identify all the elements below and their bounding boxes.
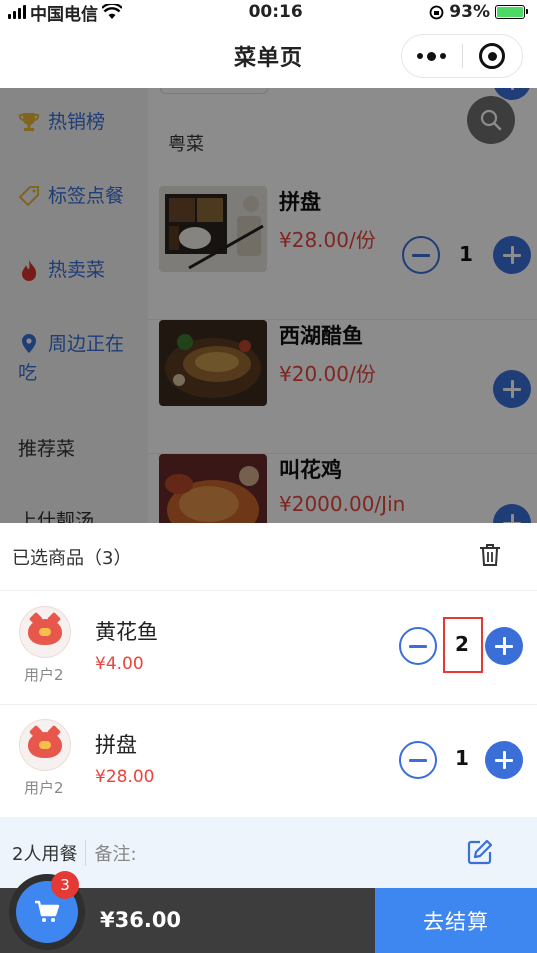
item-name: 黄花鱼 xyxy=(95,620,158,644)
edit-remark-button[interactable] xyxy=(467,839,493,870)
signal-icon xyxy=(8,5,26,19)
avatar xyxy=(19,719,71,771)
remark-label: 备注: xyxy=(94,843,137,865)
cart-header: 已选商品（3） xyxy=(0,523,537,591)
page-title: 菜单页 xyxy=(233,46,303,71)
cart-total: ¥36.00 xyxy=(100,908,182,932)
wifi-icon xyxy=(102,4,122,19)
status-bar: 中国电信 00:16 93% xyxy=(0,0,537,25)
more-dots-icon xyxy=(417,51,447,61)
clock: 00:16 xyxy=(248,2,303,22)
mini-program-capsule xyxy=(401,34,523,78)
orientation-lock-icon xyxy=(429,5,444,19)
trash-icon xyxy=(480,543,500,566)
cart-item: 用户2 黄花鱼 ¥4.00 2 xyxy=(0,592,537,705)
modal-overlay[interactable] xyxy=(0,88,537,523)
item-name: 拼盘 xyxy=(95,733,137,757)
cart-count-badge: 3 xyxy=(51,871,79,899)
cart-icon xyxy=(35,900,60,922)
remark-row[interactable]: 2人用餐 备注: xyxy=(0,817,537,888)
carrier-label: 中国电信 xyxy=(30,4,98,25)
battery-icon xyxy=(494,5,528,19)
people-count[interactable]: 2人用餐 xyxy=(12,840,77,866)
cart-panel: 已选商品（3） 用户2 黄花鱼 ¥4.00 2 用户2 拼盘 ¥28.00 1 … xyxy=(0,523,537,888)
edit-icon xyxy=(467,839,493,865)
target-circle-icon xyxy=(479,43,506,69)
close-miniprogram-button[interactable] xyxy=(463,35,523,77)
item-price: ¥4.00 xyxy=(95,654,144,674)
checkout-button[interactable]: 去结算 xyxy=(375,888,537,953)
avatar xyxy=(19,606,71,658)
user-label: 用户2 xyxy=(24,779,64,797)
cart-item: 用户2 拼盘 ¥28.00 1 xyxy=(0,705,537,818)
pig-avatar-icon xyxy=(28,732,62,758)
decrease-quantity-button[interactable] xyxy=(399,741,437,779)
item-price: ¥28.00 xyxy=(95,767,155,787)
cart-header-title: 已选商品（3） xyxy=(12,547,132,569)
item-quantity: 1 xyxy=(455,746,469,770)
user-label: 用户2 xyxy=(24,666,64,684)
increase-quantity-button[interactable] xyxy=(485,627,523,665)
decrease-quantity-button[interactable] xyxy=(399,627,437,665)
nav-bar: 菜单页 xyxy=(0,24,537,88)
increase-quantity-button[interactable] xyxy=(485,741,523,779)
item-quantity: 2 xyxy=(455,632,469,656)
battery-percent: 93% xyxy=(449,2,490,22)
pig-avatar-icon xyxy=(28,619,62,645)
status-bar-left: 中国电信 xyxy=(8,0,122,25)
status-bar-right: 93% xyxy=(429,2,528,22)
clear-cart-button[interactable] xyxy=(479,543,501,571)
more-button[interactable] xyxy=(402,35,462,77)
